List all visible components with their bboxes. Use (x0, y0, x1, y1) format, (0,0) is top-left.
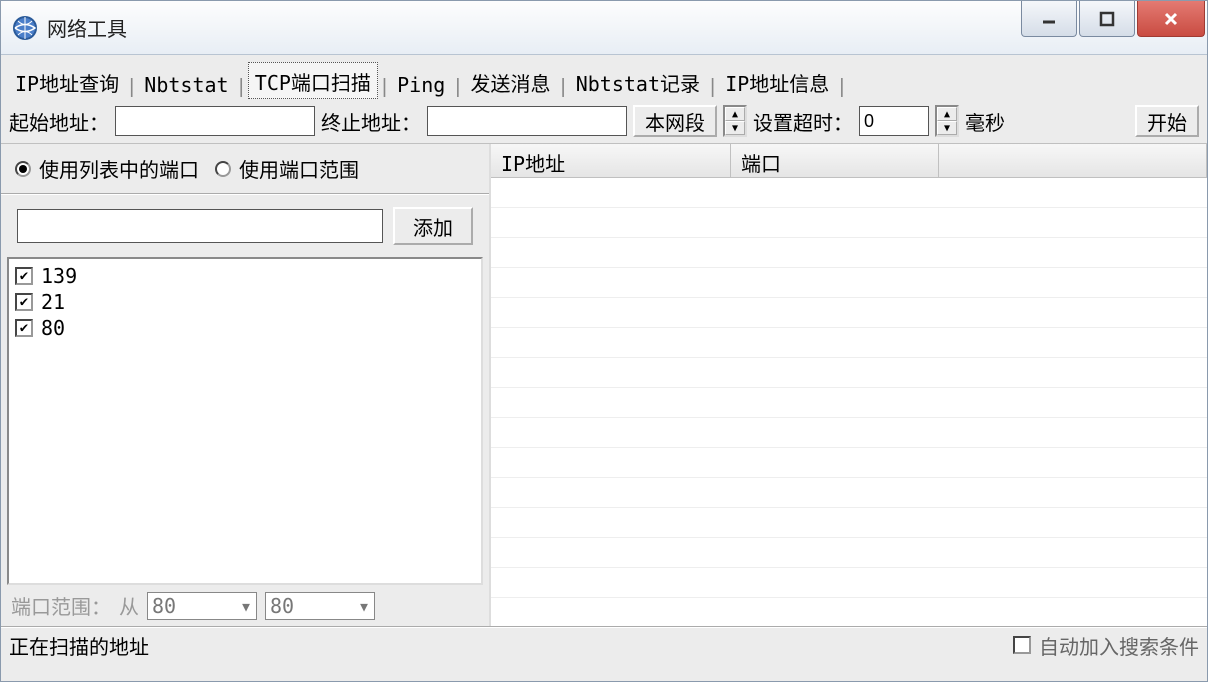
status-right: 自动加入搜索条件 (1013, 631, 1199, 660)
table-row (491, 238, 1207, 268)
tab-separator: | (127, 76, 136, 99)
scan-controls-row: 起始地址： 终止地址： 本网段 ▲ ▼ 设置超时： ▲ ▼ 毫秒 开始 (1, 99, 1207, 144)
port-list[interactable]: ✔ 139 ✔ 21 ✔ 80 (7, 257, 483, 585)
maximize-button[interactable] (1079, 1, 1135, 37)
add-port-input[interactable] (17, 209, 383, 243)
radio-unselected-icon (215, 161, 231, 177)
app-icon (11, 14, 39, 42)
add-port-row: 添加 (1, 195, 489, 257)
table-row (491, 298, 1207, 328)
left-panel: 使用列表中的端口 使用端口范围 添加 ✔ 139 ✔ 21 (1, 144, 491, 626)
timeout-label: 设置超时： (753, 107, 853, 136)
port-list-item[interactable]: ✔ 139 (15, 263, 475, 289)
tab-ip-lookup[interactable]: IP地址查询 (9, 64, 125, 99)
port-range-from-label: 从 (119, 591, 139, 620)
radio-use-port-range[interactable]: 使用端口范围 (215, 154, 359, 183)
column-extra[interactable] (939, 144, 1207, 177)
tab-separator: | (708, 76, 717, 99)
table-row (491, 328, 1207, 358)
timeout-unit-label: 毫秒 (965, 107, 1005, 136)
checkbox-icon[interactable] (1013, 636, 1031, 654)
table-row (491, 478, 1207, 508)
port-number: 139 (41, 264, 77, 288)
tab-ping[interactable]: Ping (391, 69, 451, 99)
window-controls (1021, 1, 1207, 37)
results-panel: IP地址 端口 (491, 144, 1207, 626)
tab-separator: | (237, 76, 246, 99)
start-scan-button[interactable]: 开始 (1135, 105, 1199, 137)
titlebar: 网络工具 (1, 1, 1207, 55)
spinner-up-icon[interactable]: ▲ (725, 107, 745, 121)
status-auto-add-label: 自动加入搜索条件 (1039, 631, 1199, 660)
table-row (491, 268, 1207, 298)
status-scanning-label: 正在扫描的地址 (9, 631, 149, 660)
end-address-input[interactable] (427, 106, 627, 136)
table-row (491, 448, 1207, 478)
end-address-label: 终止地址： (321, 107, 421, 136)
port-number: 80 (41, 316, 65, 340)
table-row (491, 538, 1207, 568)
checkbox-checked-icon[interactable]: ✔ (15, 267, 33, 285)
results-body[interactable] (491, 178, 1207, 626)
checkbox-checked-icon[interactable]: ✔ (15, 293, 33, 311)
segment-spinner[interactable]: ▲ ▼ (723, 105, 747, 137)
port-list-item[interactable]: ✔ 80 (15, 315, 475, 341)
radio-use-port-list[interactable]: 使用列表中的端口 (15, 154, 199, 183)
port-range-label: 端口范围： (11, 591, 111, 620)
table-row (491, 178, 1207, 208)
checkbox-checked-icon[interactable]: ✔ (15, 319, 33, 337)
start-address-label: 起始地址： (9, 107, 109, 136)
table-row (491, 208, 1207, 238)
port-list-item[interactable]: ✔ 21 (15, 289, 475, 315)
radio-selected-icon (15, 161, 31, 177)
port-range-from-combo[interactable]: 80 ▾ (147, 592, 257, 620)
table-row (491, 568, 1207, 598)
port-range-to-value: 80 (270, 594, 294, 618)
port-range-from-value: 80 (152, 594, 176, 618)
add-port-button[interactable]: 添加 (393, 207, 473, 245)
radio-use-range-label: 使用端口范围 (239, 154, 359, 183)
table-row (491, 388, 1207, 418)
tab-separator: | (837, 76, 846, 99)
statusbar: 正在扫描的地址 自动加入搜索条件 (1, 626, 1207, 662)
results-header: IP地址 端口 (491, 144, 1207, 178)
timeout-spinner[interactable]: ▲ ▼ (935, 105, 959, 137)
this-segment-button[interactable]: 本网段 (633, 105, 717, 137)
port-range-row: 端口范围： 从 80 ▾ 80 ▾ (1, 585, 489, 626)
table-row (491, 508, 1207, 538)
table-row (491, 418, 1207, 448)
start-address-input[interactable] (115, 106, 315, 136)
chevron-down-icon: ▾ (358, 594, 370, 618)
spinner-down-icon[interactable]: ▼ (725, 121, 745, 135)
column-port[interactable]: 端口 (731, 144, 939, 177)
tab-send-message[interactable]: 发送消息 (465, 64, 557, 99)
content-area: 使用列表中的端口 使用端口范围 添加 ✔ 139 ✔ 21 (1, 144, 1207, 626)
radio-use-list-label: 使用列表中的端口 (39, 154, 199, 183)
port-mode-row: 使用列表中的端口 使用端口范围 (1, 144, 489, 195)
port-number: 21 (41, 290, 65, 314)
close-button[interactable] (1137, 1, 1205, 37)
port-range-to-combo[interactable]: 80 ▾ (265, 592, 375, 620)
chevron-down-icon: ▾ (240, 594, 252, 618)
tab-nbtstat-log[interactable]: Nbtstat记录 (570, 64, 706, 99)
tab-tcp-port-scan[interactable]: TCP端口扫描 (248, 62, 378, 99)
window-title: 网络工具 (47, 13, 127, 42)
column-ip-address[interactable]: IP地址 (491, 144, 731, 177)
minimize-button[interactable] (1021, 1, 1077, 37)
tab-separator: | (559, 76, 568, 99)
tab-ip-info[interactable]: IP地址信息 (719, 64, 835, 99)
tabs-row: IP地址查询 | Nbtstat | TCP端口扫描 | Ping | 发送消息… (1, 55, 1207, 99)
app-window: 网络工具 IP地址查询 | Nbtstat | TCP端口扫描 | Ping |… (0, 0, 1208, 682)
timeout-input[interactable] (859, 106, 929, 136)
tab-separator: | (453, 76, 462, 99)
tab-separator: | (380, 76, 389, 99)
spinner-up-icon[interactable]: ▲ (937, 107, 957, 121)
spinner-down-icon[interactable]: ▼ (937, 121, 957, 135)
tab-nbtstat[interactable]: Nbtstat (138, 69, 234, 99)
table-row (491, 358, 1207, 388)
